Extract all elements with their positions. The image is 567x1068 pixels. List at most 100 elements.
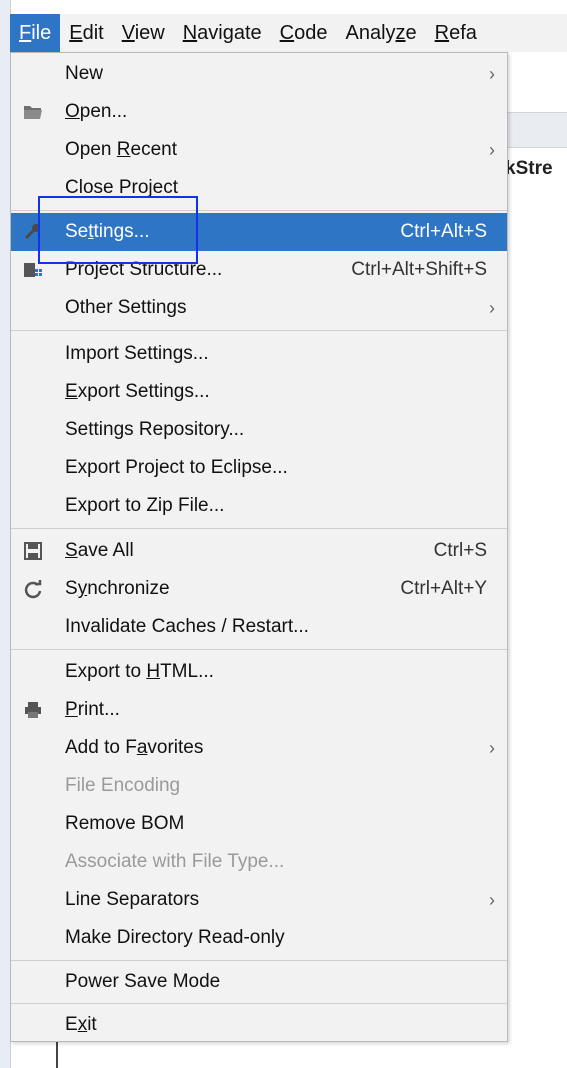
menu-file-mnemonic: F	[19, 22, 32, 44]
menu-refactor-mnemonic: R	[434, 22, 450, 44]
menu-item-open-label: Open...	[65, 101, 128, 122]
mnemonic-r: R	[116, 139, 131, 160]
menu-item-open-recent[interactable]: Open Recent ›	[11, 131, 507, 169]
menu-item-remove-bom-label: Remove BOM	[65, 813, 185, 834]
menu-item-synchronize[interactable]: Synchronize Ctrl+Alt+Y	[11, 570, 507, 608]
menu-code[interactable]: Code	[271, 14, 337, 52]
menu-item-settings-repository-label: Settings Repository...	[65, 419, 245, 440]
menu-separator	[11, 330, 507, 331]
menu-item-power-save[interactable]: Power Save Mode	[11, 963, 507, 1001]
menu-analyze[interactable]: Analyze	[336, 14, 425, 52]
menu-bar: File Edit View Navigate Code Analyze Ref…	[10, 14, 567, 52]
menu-item-export-zip[interactable]: Export to Zip File...	[11, 487, 507, 525]
menu-code-rest: ode	[294, 22, 328, 44]
mnemonic-x: x	[77, 1014, 88, 1035]
menu-separator	[11, 649, 507, 650]
menu-view[interactable]: View	[113, 14, 174, 52]
menu-analyze-mnemonic: z	[395, 22, 406, 44]
menu-item-file-encoding-label: File Encoding	[65, 775, 181, 796]
chevron-right-icon: ›	[489, 890, 495, 910]
menu-item-synchronize-label: Synchronize	[65, 578, 170, 599]
file-menu: New › Open... Open Recent › Close Projec…	[10, 52, 508, 1042]
menu-item-line-separators-label: Line Separators	[65, 889, 200, 910]
menu-item-save-all-shortcut: Ctrl+S	[433, 540, 487, 561]
menu-navigate-rest: avigate	[197, 22, 262, 44]
menu-navigate-mnemonic: N	[182, 22, 198, 44]
menu-item-export-zip-label: Export to Zip File...	[65, 495, 225, 516]
menu-item-export-html-label: Export to HTML...	[65, 661, 214, 682]
menu-item-open[interactable]: Open...	[11, 93, 507, 131]
menu-analyze-rest: e	[405, 22, 417, 44]
menu-item-line-separators[interactable]: Line Separators ›	[11, 881, 507, 919]
menu-separator	[11, 528, 507, 529]
menu-item-export-eclipse[interactable]: Export Project to Eclipse...	[11, 449, 507, 487]
annotation-highlight-box	[38, 196, 198, 264]
menu-refactor-rest: efa	[449, 22, 477, 44]
menu-separator	[11, 1003, 507, 1004]
menu-item-add-favorites[interactable]: Add to Favorites ›	[11, 729, 507, 767]
mnemonic-o: O	[65, 101, 80, 122]
mnemonic-s: S	[65, 540, 78, 561]
chevron-right-icon: ›	[489, 298, 495, 318]
menu-item-new-label: New	[65, 63, 104, 84]
menu-item-export-settings-label: Export Settings...	[65, 381, 210, 402]
ide-window: File Edit View Navigate Code Analyze Ref…	[0, 0, 567, 1068]
mnemonic-y: y	[77, 578, 88, 599]
menu-item-new[interactable]: New ›	[11, 55, 507, 93]
chevron-right-icon: ›	[489, 140, 495, 160]
menu-item-export-settings[interactable]: Export Settings...	[11, 373, 507, 411]
menu-edit-mnemonic: E	[69, 22, 83, 44]
folder-icon	[24, 106, 42, 119]
menu-item-print-label: Print...	[65, 699, 120, 720]
menu-item-exit-label: Exit	[65, 1014, 97, 1035]
editor-gutter-line	[56, 1040, 58, 1068]
menu-item-make-readonly[interactable]: Make Directory Read-only	[11, 919, 507, 957]
menu-file-rest: ile	[31, 22, 52, 44]
mnemonic-p: P	[65, 699, 78, 720]
editor-tab-title: kStre	[505, 158, 553, 179]
sync-icon	[24, 580, 42, 599]
menu-item-synchronize-shortcut: Ctrl+Alt+Y	[400, 578, 487, 599]
menu-item-export-eclipse-label: Export Project to Eclipse...	[65, 457, 288, 478]
menu-item-settings-shortcut: Ctrl+Alt+S	[400, 221, 487, 242]
mnemonic-a: a	[136, 737, 148, 758]
mnemonic-e: E	[65, 381, 78, 402]
menu-item-exit[interactable]: Exit	[11, 1006, 507, 1044]
menu-item-other-settings[interactable]: Other Settings ›	[11, 289, 507, 327]
menu-item-other-settings-label: Other Settings	[65, 297, 187, 318]
menu-item-export-html[interactable]: Export to HTML...	[11, 653, 507, 691]
menu-item-associate-file-type: Associate with File Type...	[11, 843, 507, 881]
menu-item-settings-repository[interactable]: Settings Repository...	[11, 411, 507, 449]
menu-item-import-settings-label: Import Settings...	[65, 343, 209, 364]
menu-item-remove-bom[interactable]: Remove BOM	[11, 805, 507, 843]
chevron-right-icon: ›	[489, 64, 495, 84]
mnemonic-h: H	[146, 661, 161, 682]
menu-code-mnemonic: C	[279, 22, 295, 44]
menu-item-save-all[interactable]: Save All Ctrl+S	[11, 532, 507, 570]
menu-refactor[interactable]: Refa	[426, 14, 486, 52]
editor-tab-strip	[500, 112, 567, 148]
menu-item-associate-file-type-label: Associate with File Type...	[65, 851, 285, 872]
menu-item-file-encoding: File Encoding	[11, 767, 507, 805]
menu-item-save-all-label: Save All	[65, 540, 134, 561]
menu-separator	[11, 960, 507, 961]
menu-edit-rest: dit	[82, 22, 104, 44]
menu-item-add-favorites-label: Add to Favorites	[65, 737, 204, 758]
menu-item-make-readonly-label: Make Directory Read-only	[65, 927, 285, 948]
menu-item-power-save-label: Power Save Mode	[65, 971, 221, 992]
mnemonic-j: j	[148, 177, 153, 198]
menu-item-invalidate-caches[interactable]: Invalidate Caches / Restart...	[11, 608, 507, 646]
menu-view-mnemonic: V	[121, 22, 135, 44]
menu-item-invalidate-caches-label: Invalidate Caches / Restart...	[65, 616, 309, 637]
menu-item-open-recent-label: Open Recent	[65, 139, 177, 160]
menu-view-rest: iew	[134, 22, 165, 44]
save-icon	[24, 542, 42, 560]
menu-file[interactable]: File	[10, 14, 61, 52]
menu-navigate[interactable]: Navigate	[174, 14, 271, 52]
menu-item-print[interactable]: Print...	[11, 691, 507, 729]
chevron-right-icon: ›	[489, 738, 495, 758]
menu-analyze-pre: Analy	[345, 22, 396, 44]
menu-item-project-structure-shortcut: Ctrl+Alt+Shift+S	[351, 259, 487, 280]
menu-edit[interactable]: Edit	[60, 14, 112, 52]
menu-item-import-settings[interactable]: Import Settings...	[11, 335, 507, 373]
